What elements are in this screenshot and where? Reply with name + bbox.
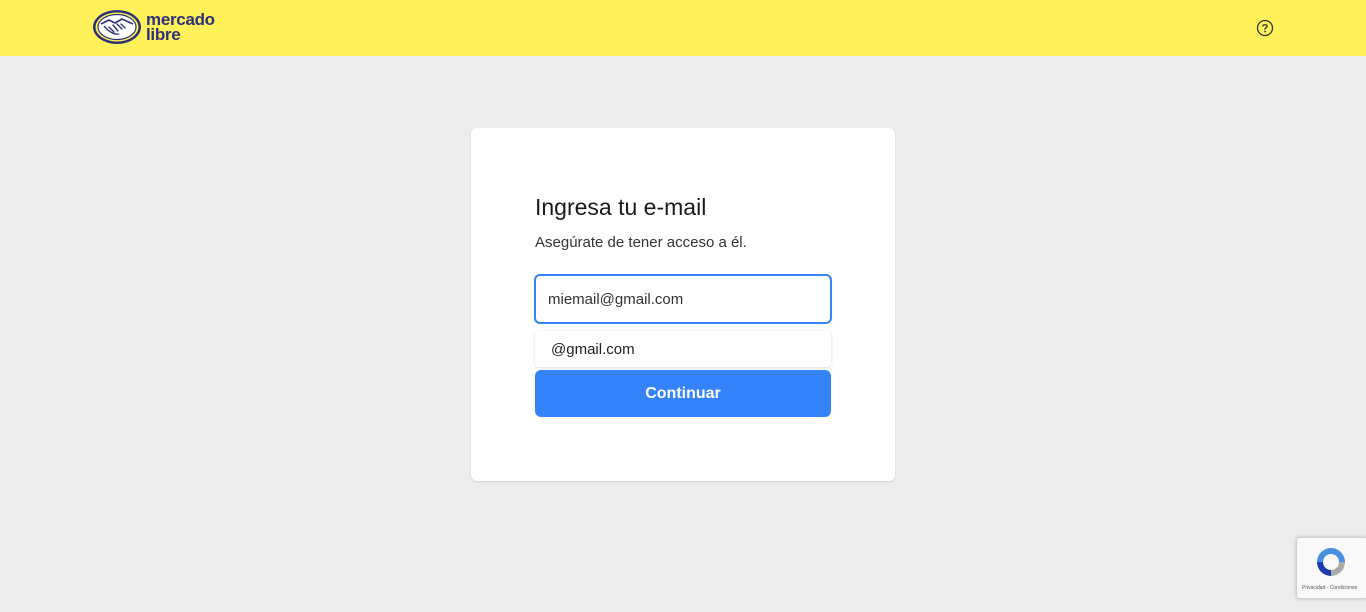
logo-line-2: libre [146, 25, 181, 44]
email-suggestion-label: @gmail.com [551, 340, 635, 358]
continue-button[interactable]: Continuar [535, 370, 831, 417]
handshake-icon [93, 10, 141, 44]
logo-wordmark: mercado libre [146, 11, 215, 44]
email-suggestion-item[interactable]: @gmail.com [535, 331, 831, 367]
page-subtitle: Asegúrate de tener acceso a él. [535, 234, 747, 251]
recaptcha-footer: Privacidad - Condiciones [1302, 585, 1358, 591]
login-card: Ingresa tu e-mail Asegúrate de tener acc… [471, 128, 895, 481]
header: mercado libre [0, 0, 1366, 56]
recaptcha-icon [1317, 548, 1345, 576]
email-input[interactable] [534, 274, 832, 324]
recaptcha-badge[interactable]: Privacidad - Condiciones [1296, 537, 1366, 599]
question-circle-icon[interactable] [1256, 19, 1274, 37]
page-title: Ingresa tu e-mail [535, 194, 707, 220]
mercado-libre-logo[interactable]: mercado libre [92, 8, 232, 46]
